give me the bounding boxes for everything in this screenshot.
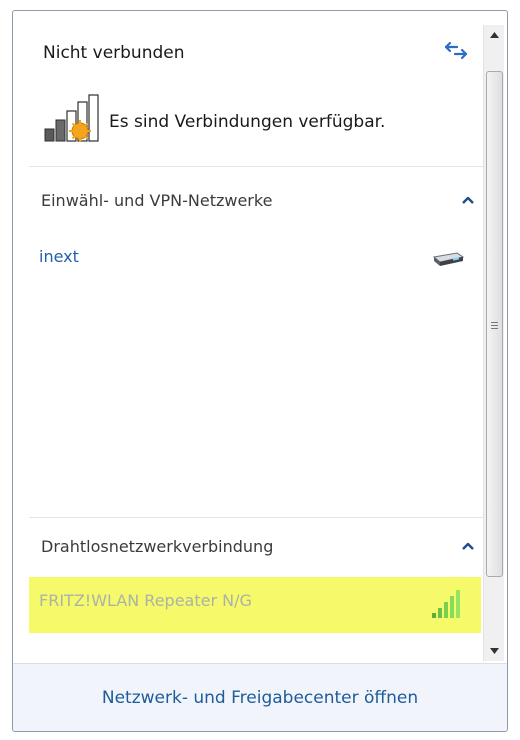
arrow-down-icon — [489, 648, 499, 654]
arrow-up-icon — [489, 32, 499, 38]
separator — [29, 517, 483, 518]
group-header-dialup-vpn[interactable]: Einwähl- und VPN-Netzwerke — [29, 181, 481, 223]
grip-icon — [491, 322, 498, 329]
chevron-up-icon[interactable] — [461, 195, 475, 205]
network-list-panel: Nicht verbunden Es sind Verbindungen ver… — [13, 11, 483, 651]
flyout-footer: Netzwerk- und Freigabecenter öffnen — [13, 663, 507, 731]
scroll-up-button[interactable] — [484, 25, 504, 45]
group-label: Drahtlosnetzwerkverbindung — [41, 537, 274, 556]
connections-available-text: Es sind Verbindungen verfügbar. — [109, 112, 386, 132]
vertical-scrollbar[interactable] — [483, 25, 504, 661]
modem-icon — [432, 252, 465, 266]
scroll-down-button[interactable] — [484, 641, 504, 661]
group-label: Einwähl- und VPN-Netzwerke — [41, 191, 273, 210]
network-sharing-center-link[interactable]: Netzwerk- und Freigabecenter öffnen — [13, 688, 507, 708]
network-name: FRITZ!WLAN Repeater N/G — [39, 591, 252, 610]
group-header-wireless[interactable]: Drahtlosnetzwerkverbindung — [29, 527, 481, 569]
scroll-thumb[interactable] — [486, 71, 503, 577]
signal-strength-icon — [432, 590, 460, 618]
network-item-fritz-repeater[interactable]: FRITZ!WLAN Repeater N/G — [29, 577, 481, 633]
signal-star-icon — [44, 94, 99, 142]
separator — [29, 166, 483, 167]
network-item-inext[interactable]: inext — [29, 233, 481, 289]
network-name: inext — [39, 247, 79, 266]
refresh-icon[interactable] — [443, 39, 469, 61]
connection-status-title: Nicht verbunden — [43, 43, 185, 63]
network-flyout: Nicht verbunden Es sind Verbindungen ver… — [12, 10, 508, 732]
chevron-up-icon[interactable] — [461, 541, 475, 551]
